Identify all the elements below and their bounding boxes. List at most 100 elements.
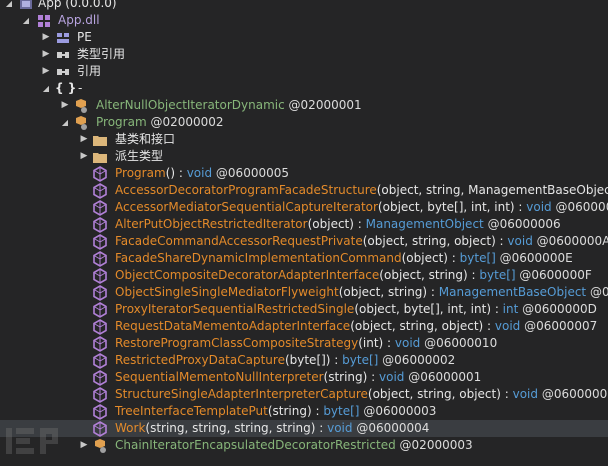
- class-icon: [73, 115, 89, 131]
- method-name: ProxyIteratorSequentialRestrictedSingle: [115, 302, 355, 316]
- method-token: @06000001: [408, 370, 482, 384]
- expand-toggle[interactable]: [40, 63, 52, 80]
- method-name: RestoreProgramClassCompositeStrategy: [115, 336, 359, 350]
- tree-node-method[interactable]: SequentialMementoNullInterpreter(string)…: [0, 369, 608, 386]
- tree-node-method[interactable]: AccessorDecoratorProgramFacadeStructure(…: [0, 182, 608, 199]
- expand-toggle[interactable]: [78, 131, 90, 148]
- tree-node-method[interactable]: ProxyIteratorSequentialRestrictedSingle(…: [0, 301, 608, 318]
- method-return-type: byte[]: [342, 353, 379, 367]
- method-name: RequestDataMementoAdapterInterface: [115, 319, 351, 333]
- method-icon: [92, 370, 108, 386]
- derived-types-label: 派生类型: [115, 149, 164, 163]
- method-name: RestrictedProxyDataCapture: [115, 353, 285, 367]
- tree-node-method[interactable]: RequestDataMementoAdapterInterface(objec…: [0, 318, 608, 335]
- pe-icon: [55, 30, 71, 46]
- method-token: @06000005: [215, 166, 289, 180]
- method-token: @06000009: [541, 387, 608, 401]
- expand-toggle[interactable]: [40, 46, 52, 63]
- method-return-type: ManagementBaseObject: [438, 285, 587, 299]
- reference-icon: [55, 64, 71, 80]
- method-token: @0600000C: [555, 200, 608, 214]
- tree-node-module[interactable]: App.dll: [0, 12, 608, 29]
- base-types-label: 基类和接口: [115, 132, 176, 146]
- method-return-type: byte[]: [459, 251, 496, 265]
- collapse-toggle[interactable]: [40, 80, 52, 97]
- method-icon: [92, 302, 108, 318]
- namespace-icon: { }: [55, 81, 77, 95]
- assembly-tree[interactable]: App (0.0.0.0) App.dll PE 类型引用 引用 { }: [0, 0, 608, 454]
- method-icon: [92, 404, 108, 420]
- tree-node-method[interactable]: TreeInterfaceTemplatePut(string) : byte[…: [0, 403, 608, 420]
- tree-node-namespace[interactable]: { } -: [0, 80, 608, 97]
- type-refs-label: 类型引用: [77, 47, 126, 61]
- method-return-type: void: [507, 234, 533, 248]
- pe-label: PE: [77, 30, 92, 44]
- method-signature: () :: [165, 166, 187, 180]
- method-token: @0600: [589, 285, 608, 299]
- method-return-type: void: [512, 387, 538, 401]
- assembly-icon: [18, 0, 34, 12]
- collapse-toggle[interactable]: [3, 0, 15, 12]
- method-icon: [92, 217, 108, 233]
- method-name: Work: [115, 421, 146, 435]
- method-return-type: int: [502, 302, 519, 316]
- method-signature: (int) :: [358, 336, 395, 350]
- tree-node-method[interactable]: ObjectSingleSingleMediatorFlyweight(obje…: [0, 284, 608, 301]
- tree-node-method[interactable]: RestrictedProxyDataCapture(byte[]) : byt…: [0, 352, 608, 369]
- method-icon: [92, 234, 108, 250]
- tree-node-class[interactable]: AlterNullObjectIteratorDynamic @02000001: [0, 97, 608, 114]
- method-return-type: void: [186, 166, 213, 180]
- tree-node-assembly[interactable]: App (0.0.0.0): [0, 0, 608, 12]
- tree-node-base-types[interactable]: 基类和接口: [0, 131, 608, 148]
- refs-label: 引用: [77, 64, 102, 78]
- tree-node-method[interactable]: AlterPutObjectRestrictedIterator(object)…: [0, 216, 608, 233]
- collapse-toggle[interactable]: [20, 12, 32, 29]
- method-return-type: byte[]: [479, 268, 516, 282]
- method-icon: [92, 166, 108, 182]
- tree-node-class-program[interactable]: Program @02000002: [0, 114, 608, 131]
- tree-node-method[interactable]: RestoreProgramClassCompositeStrategy(int…: [0, 335, 608, 352]
- tree-node-method[interactable]: FacadeShareDynamicImplementationCommand(…: [0, 250, 608, 267]
- method-token: @06000004: [356, 421, 430, 435]
- tree-node-refs[interactable]: 引用: [0, 63, 608, 80]
- expand-toggle[interactable]: [40, 29, 52, 46]
- tree-node-method[interactable]: Program() : void @06000005: [0, 165, 608, 182]
- method-icon: [92, 336, 108, 352]
- method-token: @06000010: [424, 336, 498, 350]
- expand-toggle[interactable]: [59, 97, 71, 114]
- tree-node-pe[interactable]: PE: [0, 29, 608, 46]
- method-token: @06000003: [363, 404, 437, 418]
- folder-icon: [92, 132, 108, 148]
- method-name: ObjectCompositeDecoratorAdapterInterface: [115, 268, 380, 282]
- folder-icon: [92, 149, 108, 165]
- tree-node-derived-types[interactable]: 派生类型: [0, 148, 608, 165]
- method-signature: (string, string, string, string) :: [145, 421, 328, 435]
- method-signature: (object, byte[], int, int) :: [377, 200, 527, 214]
- method-name: AccessorMediatorSequentialCaptureIterato…: [115, 200, 378, 214]
- class-name: ChainIteratorEncapsulatedDecoratorRestri…: [115, 438, 396, 452]
- tree-node-type-refs[interactable]: 类型引用: [0, 46, 608, 63]
- tree-node-method[interactable]: StructureSingleAdapterInterpreterCapture…: [0, 386, 608, 403]
- collapse-toggle[interactable]: [59, 114, 71, 131]
- method-return-type: void: [327, 421, 353, 435]
- expand-toggle[interactable]: [78, 148, 90, 165]
- method-return-type: void: [494, 319, 521, 333]
- method-icon: [92, 319, 108, 335]
- method-signature: (object, string, object) :: [367, 387, 513, 401]
- method-name: AccessorDecoratorProgramFacadeStructure: [115, 183, 377, 197]
- module-label: App.dll: [58, 13, 100, 27]
- method-signature: (object, string, object) :: [350, 319, 495, 333]
- tree-node-method[interactable]: AccessorMediatorSequentialCaptureIterato…: [0, 199, 608, 216]
- tree-node-method[interactable]: ObjectCompositeDecoratorAdapterInterface…: [0, 267, 608, 284]
- method-name: TreeInterfaceTemplatePut: [115, 404, 268, 418]
- method-signature: (object) :: [401, 251, 460, 265]
- method-icon: [92, 353, 108, 369]
- method-signature: (string) :: [323, 370, 379, 384]
- method-token: @0600000F: [519, 268, 592, 282]
- method-icon: [92, 285, 108, 301]
- assembly-label: App (0.0.0.0): [38, 0, 117, 10]
- tree-node-method[interactable]: FacadeCommandAccessorRequestPrivate(obje…: [0, 233, 608, 250]
- class-name: Program: [96, 115, 147, 129]
- method-signature: (object, string) :: [379, 268, 480, 282]
- method-name: FacadeCommandAccessorRequestPrivate: [115, 234, 363, 248]
